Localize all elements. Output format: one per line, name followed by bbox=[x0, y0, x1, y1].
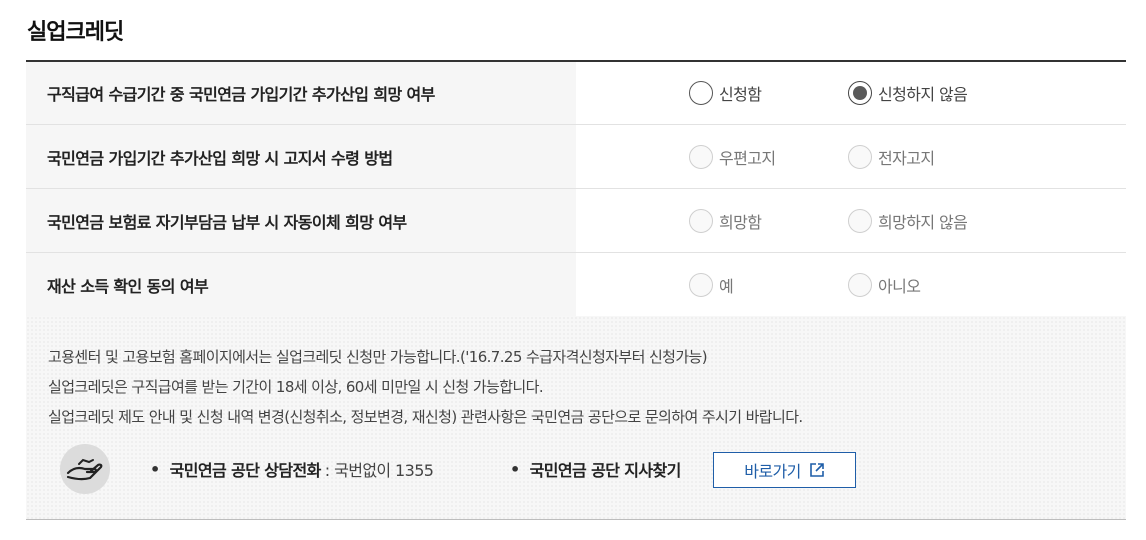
radio-label: 희망함 bbox=[719, 212, 762, 232]
radio-apply[interactable]: 신청함 bbox=[689, 81, 762, 105]
goto-button-label: 바로가기 bbox=[744, 462, 801, 481]
radio-label: 신청하지 않음 bbox=[878, 85, 968, 104]
radio-electronic-notice[interactable]: 전자고지 bbox=[848, 144, 935, 169]
row-label: 국민연금 가입기간 추가산입 희망 시 고지서 수령 방법 bbox=[26, 125, 576, 188]
radio-no-wish[interactable]: 희망하지 않음 bbox=[848, 208, 968, 233]
radio-label: 신청함 bbox=[719, 85, 762, 104]
radio-label: 우편고지 bbox=[719, 148, 776, 168]
radio-circle-disabled[interactable] bbox=[848, 144, 872, 169]
row-label: 구직급여 수급기간 중 국민연금 가입기간 추가산입 희망 여부 bbox=[26, 62, 576, 124]
info-notice-box: 고용센터 및 고용보험 홈페이지에서는 실업크레딧 신청만 가능합니다.('16… bbox=[26, 316, 1126, 520]
radio-no[interactable]: 아니오 bbox=[848, 272, 921, 297]
page-title: 실업크레딧 bbox=[27, 20, 124, 45]
radio-circle-disabled[interactable] bbox=[689, 144, 713, 169]
contact-label: 국민연금 공단 상담전화 bbox=[169, 461, 322, 480]
contact-branch-finder: • 국민연금 공단 지사찾기 bbox=[510, 457, 681, 481]
credit-application-form: 구직급여 수급기간 중 국민연금 가입기간 추가산입 희망 여부 신청함 신청하… bbox=[26, 60, 1126, 317]
radio-circle-disabled[interactable] bbox=[689, 272, 713, 297]
radio-label: 아니오 bbox=[878, 276, 921, 296]
info-text-line: 실업크레딧은 구직급여를 받는 기간이 18세 이상, 60세 미만일 시 신청… bbox=[48, 378, 544, 396]
external-link-icon bbox=[809, 463, 824, 477]
radio-circle-disabled[interactable] bbox=[848, 208, 872, 233]
bullet: • bbox=[150, 459, 160, 479]
form-row-auto-transfer: 국민연금 보험료 자기부담금 납부 시 자동이체 희망 여부 희망함 희망하지 … bbox=[26, 189, 1126, 253]
radio-label: 희망하지 않음 bbox=[878, 212, 968, 232]
radio-label: 예 bbox=[719, 276, 734, 296]
goto-branch-button[interactable]: 바로가기 bbox=[713, 452, 856, 488]
radio-circle-disabled[interactable] bbox=[848, 272, 872, 297]
radio-circle[interactable] bbox=[689, 81, 713, 105]
radio-yes[interactable]: 예 bbox=[689, 272, 734, 297]
info-text-line: 실업크레딧 제도 안내 및 신청 내역 변경(신청취소, 정보변경, 재신청) … bbox=[48, 408, 803, 426]
form-row-income-consent: 재산 소득 확인 동의 여부 예 아니오 bbox=[26, 253, 1126, 317]
radio-label: 전자고지 bbox=[878, 148, 935, 168]
contact-value: : 국번없이 1355 bbox=[324, 461, 434, 480]
radio-group-notice-method: 우편고지 전자고지 bbox=[576, 125, 1126, 188]
radio-circle-checked[interactable] bbox=[848, 81, 872, 105]
radio-group-extension-wish: 신청함 신청하지 않음 bbox=[576, 62, 1126, 124]
hand-support-icon bbox=[60, 444, 110, 494]
row-label: 국민연금 보험료 자기부담금 납부 시 자동이체 희망 여부 bbox=[26, 189, 576, 252]
bullet: • bbox=[510, 459, 520, 479]
form-row-notice-method: 국민연금 가입기간 추가산입 희망 시 고지서 수령 방법 우편고지 전자고지 bbox=[26, 125, 1126, 189]
contact-label: 국민연금 공단 지사찾기 bbox=[529, 461, 682, 480]
radio-not-apply[interactable]: 신청하지 않음 bbox=[848, 81, 968, 105]
row-label: 재산 소득 확인 동의 여부 bbox=[26, 253, 576, 316]
info-text-line: 고용센터 및 고용보험 홈페이지에서는 실업크레딧 신청만 가능합니다.('16… bbox=[48, 348, 708, 366]
radio-postal-notice[interactable]: 우편고지 bbox=[689, 144, 776, 169]
radio-circle-disabled[interactable] bbox=[689, 208, 713, 233]
contact-phone: • 국민연금 공단 상담전화 : 국번없이 1355 bbox=[150, 457, 434, 481]
radio-wish[interactable]: 희망함 bbox=[689, 208, 762, 233]
radio-group-income-consent: 예 아니오 bbox=[576, 253, 1126, 316]
radio-group-auto-transfer: 희망함 희망하지 않음 bbox=[576, 189, 1126, 252]
form-row-extension-wish: 구직급여 수급기간 중 국민연금 가입기간 추가산입 희망 여부 신청함 신청하… bbox=[26, 62, 1126, 125]
